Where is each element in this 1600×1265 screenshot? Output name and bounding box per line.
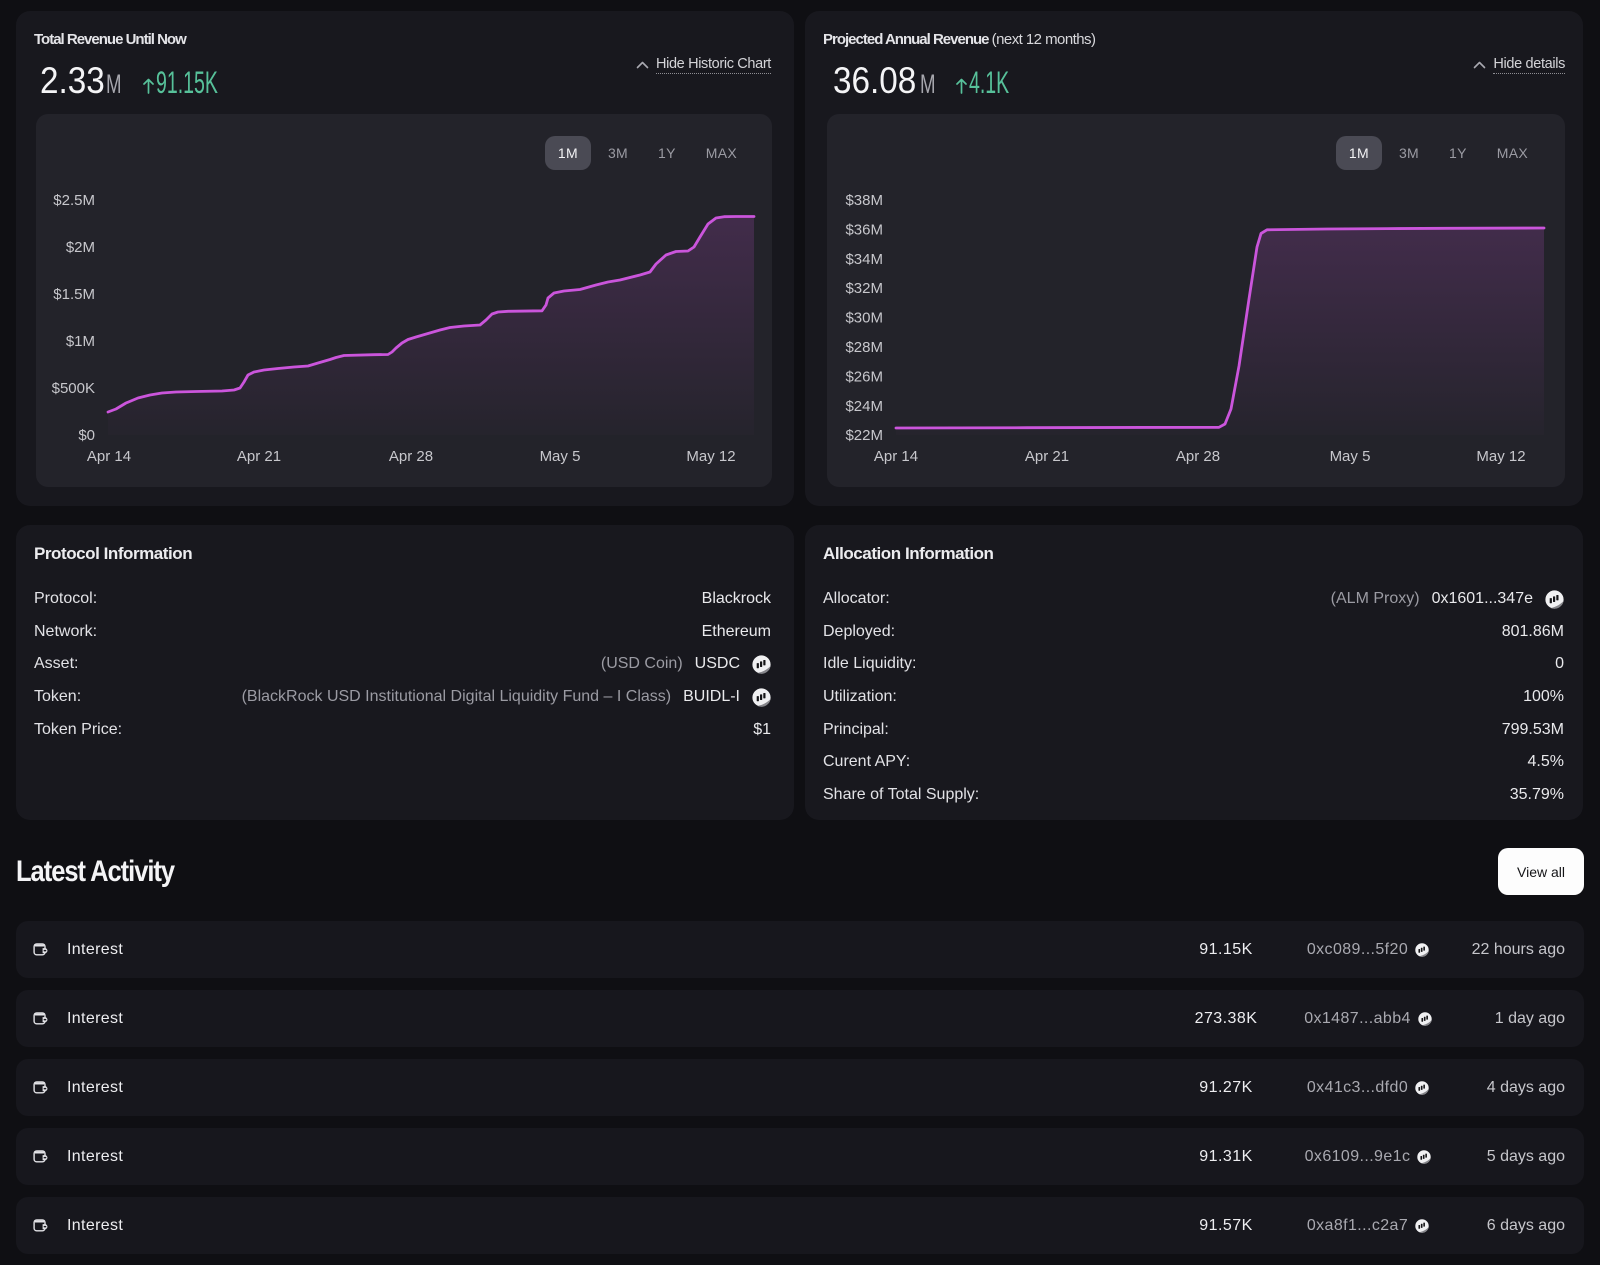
svg-text:$34M: $34M: [845, 251, 883, 268]
svg-text:Apr 14: Apr 14: [87, 448, 131, 465]
svg-text:$2M: $2M: [66, 239, 95, 256]
svg-text:Apr 28: Apr 28: [1176, 448, 1220, 465]
svg-text:May 12: May 12: [686, 448, 735, 465]
svg-text:$0: $0: [78, 427, 95, 444]
svg-text:$30M: $30M: [845, 310, 883, 327]
svg-text:Apr 28: Apr 28: [389, 448, 433, 465]
svg-text:May 12: May 12: [1476, 448, 1525, 465]
svg-text:$36M: $36M: [845, 221, 883, 238]
svg-text:Apr 14: Apr 14: [874, 448, 918, 465]
svg-text:$26M: $26M: [845, 368, 883, 385]
svg-text:$32M: $32M: [845, 280, 883, 297]
svg-text:$500K: $500K: [52, 380, 95, 397]
svg-text:$28M: $28M: [845, 339, 883, 356]
svg-text:$2.5M: $2.5M: [53, 192, 95, 209]
svg-text:$24M: $24M: [845, 398, 883, 415]
svg-text:Apr 21: Apr 21: [237, 448, 281, 465]
svg-text:May 5: May 5: [540, 448, 581, 465]
svg-text:Apr 21: Apr 21: [1025, 448, 1069, 465]
svg-text:May 5: May 5: [1330, 448, 1371, 465]
svg-text:$1M: $1M: [66, 333, 95, 350]
svg-text:$38M: $38M: [845, 192, 883, 209]
svg-text:$22M: $22M: [845, 427, 883, 444]
svg-text:$1.5M: $1.5M: [53, 286, 95, 303]
